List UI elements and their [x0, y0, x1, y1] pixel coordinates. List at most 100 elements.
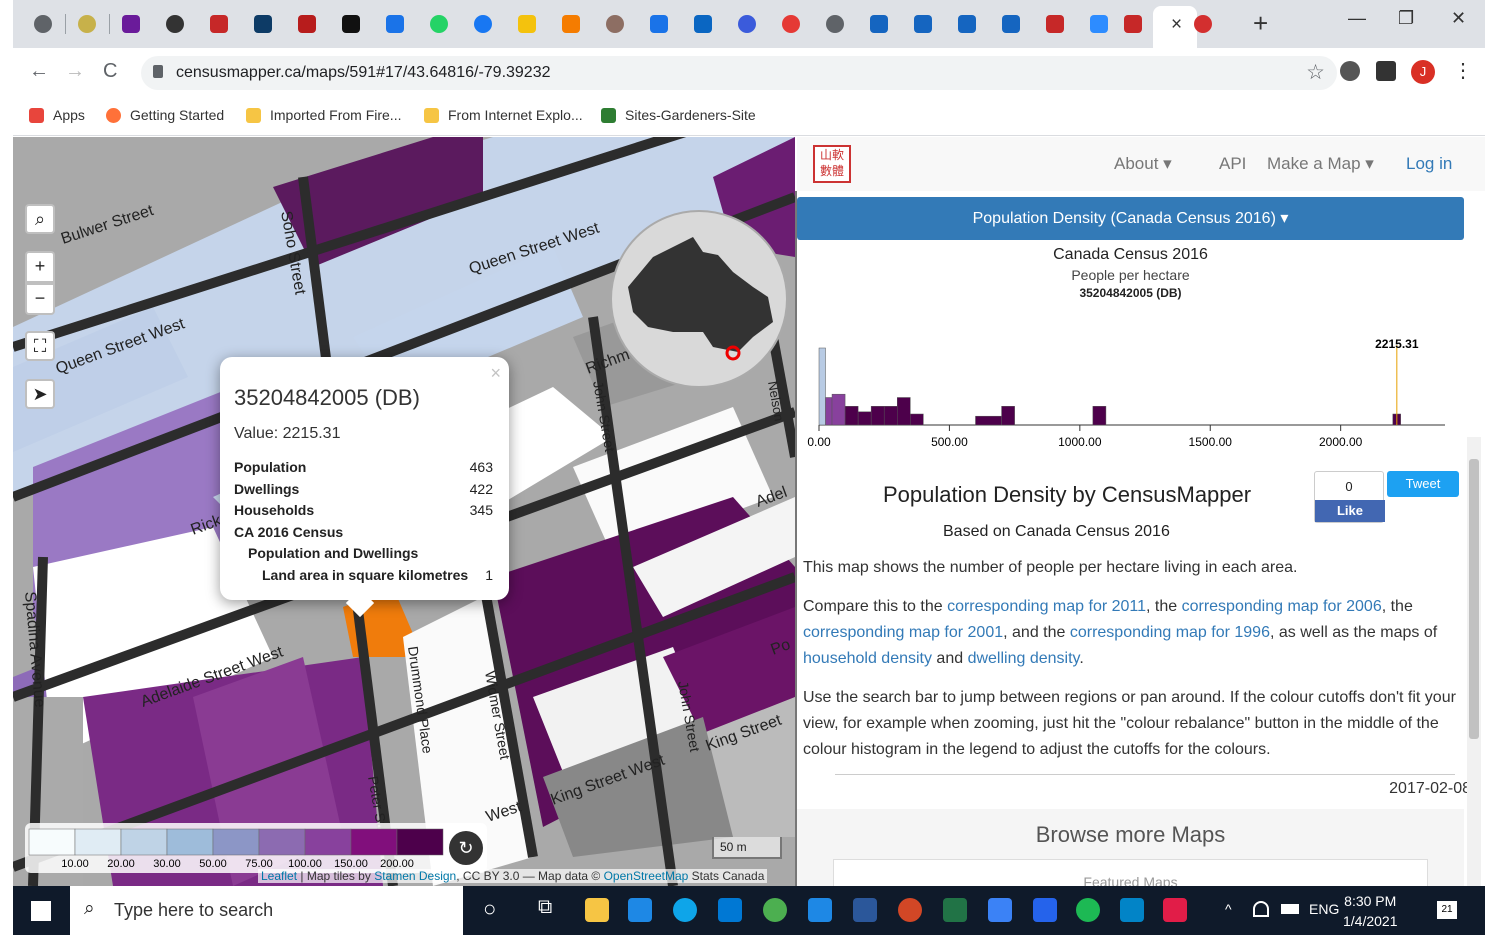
map-selector-button[interactable]: Population Density (Canada Census 2016) … — [797, 197, 1464, 240]
bookmark-imported[interactable]: Imported From Fire... — [246, 107, 401, 123]
tab[interactable] — [601, 10, 629, 38]
link-dwelling-density[interactable]: dwelling density — [968, 650, 1080, 667]
tab[interactable] — [425, 10, 453, 38]
bookmark-getting-started[interactable]: Getting Started — [106, 107, 224, 123]
word-icon[interactable] — [853, 898, 877, 922]
notifications-badge[interactable]: 21 — [1437, 901, 1457, 919]
new-tab-button[interactable]: + — [1253, 8, 1268, 39]
powerpoint-icon[interactable] — [898, 898, 922, 922]
tab[interactable] — [953, 10, 981, 38]
tab[interactable] — [513, 10, 541, 38]
tab[interactable] — [1085, 10, 1113, 38]
scrollbar-thumb[interactable] — [1469, 459, 1479, 739]
tab[interactable] — [909, 10, 937, 38]
tab[interactable] — [865, 10, 893, 38]
windows-start-icon[interactable] — [31, 901, 51, 921]
file-explorer-icon[interactable] — [585, 898, 609, 922]
reload-button[interactable]: C — [103, 60, 117, 83]
language-indicator[interactable]: ENG — [1309, 901, 1339, 917]
featured-maps-dropdown[interactable]: Featured Maps — [833, 859, 1428, 886]
attribution-link[interactable]: Stamen Design — [374, 869, 456, 883]
link-2001[interactable]: corresponding map for 2001 — [803, 624, 1003, 641]
extensions-puzzle-icon[interactable] — [1376, 61, 1396, 81]
cortana-icon[interactable]: ○ — [483, 896, 496, 922]
minimize-button[interactable]: — — [1348, 8, 1366, 29]
nav-about[interactable]: About ▾ — [1114, 154, 1172, 174]
tab[interactable] — [381, 10, 409, 38]
bookmark-internet-explorer[interactable]: From Internet Explo... — [424, 107, 583, 123]
app-icon[interactable] — [988, 898, 1012, 922]
tab[interactable] — [73, 10, 101, 38]
tab[interactable] — [293, 10, 321, 38]
tab[interactable] — [205, 10, 233, 38]
locate-button[interactable]: ➤ — [25, 379, 55, 409]
close-window-button[interactable]: ✕ — [1451, 8, 1466, 29]
attribution-link[interactable]: Leaflet — [261, 869, 297, 883]
tab[interactable] — [29, 10, 57, 38]
minimap-inset[interactable] — [610, 210, 788, 388]
tab[interactable] — [337, 10, 365, 38]
spotify-icon[interactable] — [1076, 898, 1100, 922]
tab[interactable] — [997, 10, 1025, 38]
extension-icon[interactable] — [1340, 61, 1360, 81]
scrollbar[interactable] — [1467, 437, 1481, 886]
acrobat-icon[interactable] — [1163, 898, 1187, 922]
tab[interactable] — [777, 10, 805, 38]
menu-icon[interactable]: ⋮ — [1453, 58, 1473, 83]
fullscreen-button[interactable]: ⛶ — [25, 331, 55, 361]
bookmark-apps[interactable]: Apps — [29, 107, 85, 123]
link-1996[interactable]: corresponding map for 1996 — [1070, 624, 1270, 641]
tweet-button[interactable]: Tweet — [1387, 471, 1459, 497]
back-button[interactable]: ← — [29, 60, 49, 83]
bookmark-gardeners[interactable]: Sites-Gardeners-Site — [601, 107, 756, 123]
excel-icon[interactable] — [943, 898, 967, 922]
forward-button[interactable]: → — [65, 60, 85, 83]
link-2006[interactable]: corresponding map for 2006 — [1182, 598, 1382, 615]
store-icon[interactable] — [628, 898, 652, 922]
tab[interactable] — [689, 10, 717, 38]
site-logo[interactable]: 山軟數體 — [813, 145, 851, 183]
attribution-link[interactable]: OpenStreetMap — [604, 869, 689, 883]
nav-login[interactable]: Log in — [1406, 154, 1452, 174]
popup-close-button[interactable]: × — [490, 363, 501, 384]
clock[interactable]: 8:30 PM 1/4/2021 — [1343, 891, 1398, 931]
nav-api[interactable]: API — [1219, 154, 1246, 174]
ie-icon[interactable] — [808, 898, 832, 922]
zoom-in-button[interactable]: + — [25, 251, 55, 283]
colour-rebalance-button[interactable]: ↻ — [449, 831, 483, 865]
tab[interactable] — [821, 10, 849, 38]
tab[interactable] — [469, 10, 497, 38]
chrome-icon[interactable] — [763, 898, 787, 922]
edge-icon[interactable] — [673, 898, 697, 922]
todo-icon[interactable] — [1033, 898, 1057, 922]
battery-icon[interactable] — [1281, 904, 1299, 914]
map-search-button[interactable]: ⌕ — [25, 204, 55, 234]
tab[interactable] — [1119, 10, 1147, 38]
restore-button[interactable]: ❐ — [1398, 8, 1414, 29]
taskbar-search[interactable]: ⌕ Type here to search — [70, 886, 463, 935]
tab[interactable] — [557, 10, 585, 38]
histogram-chart[interactable]: 2215.31 0.00 500.00 1000.00 1500.00 2000.00 — [797, 275, 1464, 465]
tab[interactable] — [1189, 10, 1217, 38]
omnibox[interactable]: censusmapper.ca/maps/591#17/43.64816/-79… — [141, 56, 1337, 90]
wifi-icon[interactable] — [1253, 901, 1269, 917]
profile-avatar[interactable]: J — [1411, 60, 1435, 84]
tray-chevron-icon[interactable]: ^ — [1225, 901, 1232, 917]
tab[interactable] — [733, 10, 761, 38]
like-button[interactable]: Like — [1315, 500, 1385, 522]
task-view-icon[interactable]: ⧉ — [538, 896, 552, 919]
zoom-out-button[interactable]: − — [25, 283, 55, 315]
tab[interactable] — [249, 10, 277, 38]
tab[interactable] — [117, 10, 145, 38]
nav-make-map[interactable]: Make a Map ▾ — [1267, 154, 1374, 174]
url-text[interactable]: censusmapper.ca/maps/591#17/43.64816/-79… — [176, 64, 551, 82]
tab[interactable] — [645, 10, 673, 38]
tab-close-icon[interactable]: × — [1171, 14, 1182, 36]
tab[interactable] — [1041, 10, 1069, 38]
tab[interactable] — [161, 10, 189, 38]
map-view[interactable]: Bulwer Street Soho Street Queen Street W… — [13, 137, 795, 886]
app-icon[interactable] — [1120, 898, 1144, 922]
outlook-icon[interactable] — [718, 898, 742, 922]
bookmark-star-icon[interactable]: ☆ — [1306, 60, 1325, 85]
link-household-density[interactable]: household density — [803, 650, 932, 667]
